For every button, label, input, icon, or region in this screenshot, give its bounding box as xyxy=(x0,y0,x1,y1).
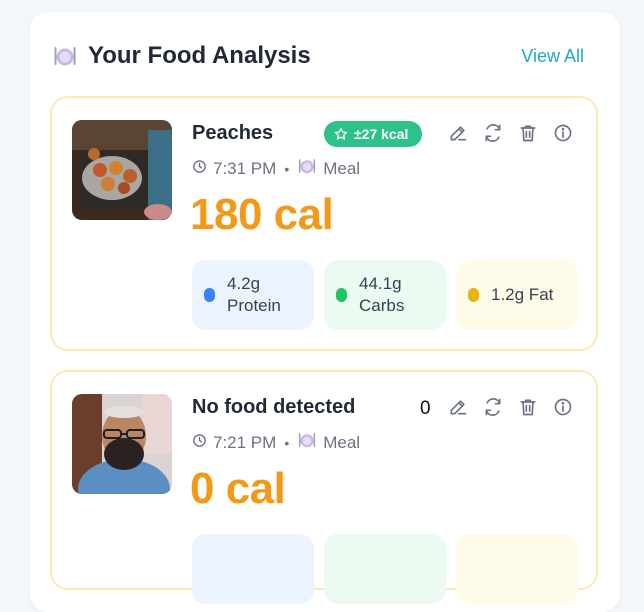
refresh-icon[interactable] xyxy=(482,122,504,144)
fat-chip xyxy=(456,534,578,604)
plate-cutlery-icon xyxy=(52,43,78,69)
food-name: Peaches xyxy=(192,122,274,144)
kcal-variance-label: ±27 kcal xyxy=(354,126,409,142)
carbs-chip xyxy=(324,534,446,604)
trash-icon[interactable] xyxy=(517,122,539,144)
separator-dot: • xyxy=(284,434,290,451)
entry-meta: 7:21 PM • Meal xyxy=(192,430,360,455)
protein-dot xyxy=(204,288,215,302)
food-photo xyxy=(72,394,172,494)
protein-value: 4.2g Protein xyxy=(227,274,281,315)
food-entry-card[interactable]: Peaches ±27 kcal 7:31 PM • Meal 180 cal … xyxy=(50,96,598,351)
food-name: No food detected xyxy=(192,396,356,418)
panel-header: Your Food Analysis View All xyxy=(52,38,590,74)
entry-time: 7:21 PM xyxy=(213,432,277,452)
fat-value: 1.2g Fat xyxy=(491,285,554,304)
info-icon[interactable] xyxy=(552,396,574,418)
carbs-value: 44.1g Carbs xyxy=(359,274,405,315)
carbs-dot xyxy=(336,288,347,302)
kcal-variance-badge: ±27 kcal xyxy=(324,121,423,147)
meal-type: Meal xyxy=(323,432,361,452)
trash-icon[interactable] xyxy=(517,396,539,418)
item-count: 0 xyxy=(420,398,431,419)
carbs-chip: 44.1g Carbs xyxy=(324,260,446,330)
info-icon[interactable] xyxy=(552,122,574,144)
calorie-total: 0 cal xyxy=(190,464,286,513)
edit-icon[interactable] xyxy=(447,396,469,418)
food-entry-card[interactable]: No food detected 0 7:21 PM • Meal 0 cal xyxy=(50,370,598,604)
macro-row xyxy=(192,534,578,604)
fat-chip: 1.2g Fat xyxy=(456,260,578,330)
plate-cutlery-icon xyxy=(297,430,317,455)
protein-chip xyxy=(192,534,314,604)
calorie-total: 180 cal xyxy=(190,190,334,239)
entry-time: 7:31 PM xyxy=(213,158,277,178)
meal-type: Meal xyxy=(323,158,361,178)
entry-meta: 7:31 PM • Meal xyxy=(192,156,360,181)
header-left: Your Food Analysis xyxy=(52,42,311,70)
star-icon xyxy=(334,127,348,140)
view-all-link[interactable]: View All xyxy=(521,46,584,67)
edit-icon[interactable] xyxy=(447,122,469,144)
page-title: Your Food Analysis xyxy=(88,42,311,69)
fat-dot xyxy=(468,288,479,302)
entry-actions xyxy=(447,122,574,144)
plate-cutlery-icon xyxy=(297,156,317,181)
separator-dot: • xyxy=(284,160,290,177)
refresh-icon[interactable] xyxy=(482,396,504,418)
macro-row: 4.2g Protein 44.1g Carbs 1.2g Fat xyxy=(192,260,578,330)
protein-chip: 4.2g Protein xyxy=(192,260,314,330)
entry-actions xyxy=(447,396,574,418)
clock-icon xyxy=(192,159,207,179)
clock-icon xyxy=(192,433,207,453)
food-photo xyxy=(72,120,172,220)
